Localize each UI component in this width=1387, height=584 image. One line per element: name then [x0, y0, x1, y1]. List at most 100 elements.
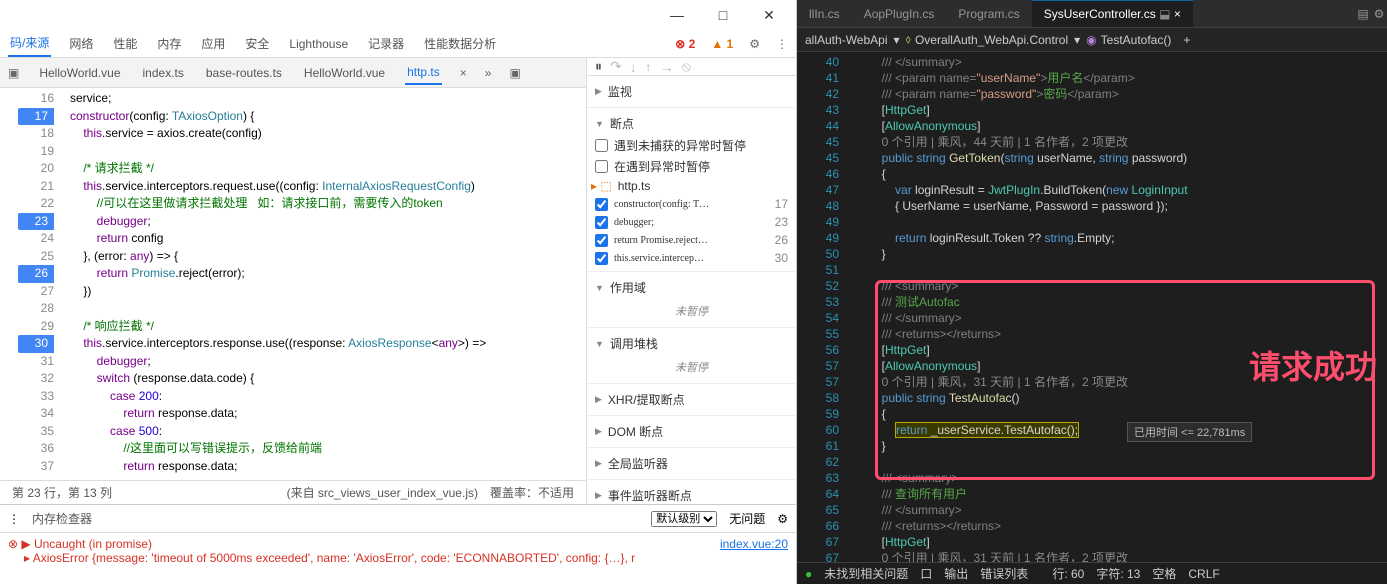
- section-callstack[interactable]: 调用堆栈: [587, 332, 796, 355]
- vs-breadcrumb: allAuth-WebApi▾ ⬨ OverallAuth_WebApi.Con…: [797, 28, 1387, 52]
- no-issues-label: 未找到相关问题: [824, 565, 908, 582]
- tab-recorder[interactable]: 记录器: [366, 31, 406, 56]
- close-tab-icon[interactable]: ×: [460, 66, 467, 80]
- vs-output-tab[interactable]: 口: [920, 565, 932, 582]
- add-icon[interactable]: +: [1183, 33, 1190, 47]
- bp-file-label[interactable]: http.ts: [618, 179, 651, 193]
- section-dom[interactable]: DOM 断点: [587, 420, 796, 443]
- split-icon[interactable]: ▤: [1355, 7, 1371, 21]
- bp-label[interactable]: this.service.intercep…: [614, 253, 704, 264]
- close-button[interactable]: ✕: [746, 0, 792, 30]
- tab-lighthouse[interactable]: Lighthouse: [287, 33, 350, 55]
- cursor-position: 第 23 行，第 13 列: [12, 484, 112, 501]
- scope-not-paused: 未暂停: [587, 299, 796, 323]
- vs-tab[interactable]: Program.cs: [946, 1, 1031, 27]
- bp-checkbox[interactable]: [595, 216, 608, 229]
- vs-tab[interactable]: AopPlugIn.cs: [852, 1, 947, 27]
- error-count-badge[interactable]: ⊗ 2: [675, 37, 695, 51]
- bp-line-number: 30: [775, 251, 788, 265]
- bp-caught-checkbox[interactable]: [595, 160, 608, 173]
- devtools-pane: — □ ✕ 码/来源 网络 性能 内存 应用 安全 Lighthouse 记录器…: [0, 0, 797, 584]
- step-into-icon[interactable]: ↓: [630, 59, 637, 75]
- col-indicator: 字符: 13: [1096, 565, 1140, 582]
- ok-icon: ●: [805, 567, 812, 581]
- file-tab-active[interactable]: http.ts: [405, 61, 442, 85]
- bp-label[interactable]: constructor(config: T…: [614, 199, 709, 210]
- tab-network[interactable]: 网络: [67, 31, 95, 56]
- window-titlebar: — □ ✕: [0, 0, 796, 30]
- section-watch[interactable]: 监视: [587, 80, 796, 103]
- vs-errorlist-tab[interactable]: 错误列表: [980, 565, 1028, 582]
- minimize-button[interactable]: —: [654, 0, 700, 30]
- lineending-indicator[interactable]: CRLF: [1188, 567, 1219, 581]
- tab-perf-insights[interactable]: 性能数据分析: [422, 31, 498, 56]
- file-tab[interactable]: base-routes.ts: [204, 62, 284, 84]
- crumb-namespace[interactable]: ⬨ OverallAuth_WebApi.Control: [906, 32, 1069, 47]
- file-tab[interactable]: index.ts: [141, 62, 186, 84]
- bp-line-number: 26: [775, 233, 788, 247]
- section-breakpoints[interactable]: 断点: [587, 112, 796, 135]
- gear-icon[interactable]: ⚙: [749, 37, 760, 51]
- section-xhr[interactable]: XHR/提取断点: [587, 388, 796, 411]
- step-out-icon[interactable]: ↑: [645, 59, 652, 75]
- vs-code-editor[interactable]: 4041424344454546474849495051525354555657…: [797, 52, 1387, 562]
- vs-pane: llIn.cs AopPlugIn.cs Program.cs SysUserC…: [797, 0, 1387, 584]
- console-error-line: ▶ Uncaught (in promise): [21, 537, 152, 551]
- drawer-toggle-icon[interactable]: ⋮: [8, 512, 20, 526]
- pin-icon[interactable]: ⬓: [1159, 7, 1170, 21]
- source-map-info: (来自 src_views_user_index_vue.js): [287, 484, 478, 501]
- more-tabs-icon[interactable]: »: [485, 66, 492, 80]
- tab-sources[interactable]: 码/来源: [8, 30, 51, 57]
- spaces-indicator[interactable]: 空格: [1152, 565, 1176, 582]
- bp-label[interactable]: return Promise.reject…: [614, 235, 708, 246]
- warning-count-badge[interactable]: ▲ 1: [711, 37, 733, 51]
- source-link[interactable]: index.vue:20: [720, 537, 788, 551]
- section-scope[interactable]: 作用域: [587, 276, 796, 299]
- bp-label[interactable]: debugger;: [614, 217, 654, 228]
- gear-icon[interactable]: ⚙: [1371, 7, 1387, 21]
- vs-error-panel: ● 未找到相关问题 口 输出 错误列表 行: 60 字符: 13 空格 CRLF: [797, 562, 1387, 584]
- source-panel: ▣ HelloWorld.vue index.ts base-routes.ts…: [0, 58, 586, 504]
- bp-option-label: 在遇到异常时暂停: [614, 158, 710, 175]
- tab-memory[interactable]: 内存: [155, 31, 183, 56]
- deactivate-bp-icon[interactable]: ⦸: [682, 58, 691, 75]
- tab-security[interactable]: 安全: [243, 31, 271, 56]
- crumb-project[interactable]: allAuth-WebApi: [805, 33, 888, 47]
- pause-icon[interactable]: ⏸: [595, 58, 602, 75]
- overflow-icon[interactable]: ▣: [509, 66, 520, 80]
- step-icon[interactable]: →: [660, 59, 674, 75]
- gear-icon[interactable]: ⚙: [777, 512, 788, 526]
- vs-file-tabs: llIn.cs AopPlugIn.cs Program.cs SysUserC…: [797, 0, 1387, 28]
- bp-checkbox[interactable]: [595, 234, 608, 247]
- file-tab[interactable]: HelloWorld.vue: [302, 62, 387, 84]
- bp-checkbox[interactable]: [595, 252, 608, 265]
- more-icon[interactable]: ⋮: [776, 37, 788, 51]
- log-level-select[interactable]: 默认级别: [651, 511, 717, 527]
- bp-line-number: 23: [775, 215, 788, 229]
- step-over-icon[interactable]: ↷: [610, 58, 622, 75]
- debug-toolbar: ⏸ ↷ ↓ ↑ → ⦸: [587, 58, 796, 76]
- tab-application[interactable]: 应用: [199, 31, 227, 56]
- bp-checkbox[interactable]: [595, 198, 608, 211]
- file-tab[interactable]: HelloWorld.vue: [37, 62, 122, 84]
- console-output[interactable]: ⊗ ▶ Uncaught (in promise)index.vue:20 ▸ …: [0, 533, 796, 584]
- bp-option-label: 遇到未捕获的异常时暂停: [614, 137, 746, 154]
- vs-tab-active[interactable]: SysUserController.cs ⬓ ×: [1032, 0, 1193, 27]
- file-tabs: ▣ HelloWorld.vue index.ts base-routes.ts…: [0, 58, 586, 88]
- tab-memory-inspector[interactable]: 内存检查器: [32, 510, 92, 527]
- crumb-method[interactable]: ◉ TestAutofac(): [1086, 33, 1171, 47]
- file-icon: ▸ ⬚: [591, 179, 612, 193]
- no-issues-label: 无问题: [729, 510, 765, 527]
- vs-tab[interactable]: llIn.cs: [797, 1, 852, 27]
- section-global[interactable]: 全局监听器: [587, 452, 796, 475]
- code-editor[interactable]: 1617181920212223242526272829303132333435…: [0, 88, 586, 480]
- maximize-button[interactable]: □: [700, 0, 746, 30]
- tab-performance[interactable]: 性能: [111, 31, 139, 56]
- console-error-detail: ▸ AxiosError {message: 'timeout of 5000m…: [8, 551, 788, 565]
- perf-tip[interactable]: 已用时间 <= 22,781ms: [1127, 422, 1252, 442]
- coverage-info: 覆盖率：不适用: [490, 484, 574, 501]
- bp-uncaught-checkbox[interactable]: [595, 139, 608, 152]
- vs-output-tab[interactable]: 输出: [944, 565, 968, 582]
- navigator-icon[interactable]: ▣: [8, 66, 19, 80]
- section-event[interactable]: 事件监听器断点: [587, 484, 796, 504]
